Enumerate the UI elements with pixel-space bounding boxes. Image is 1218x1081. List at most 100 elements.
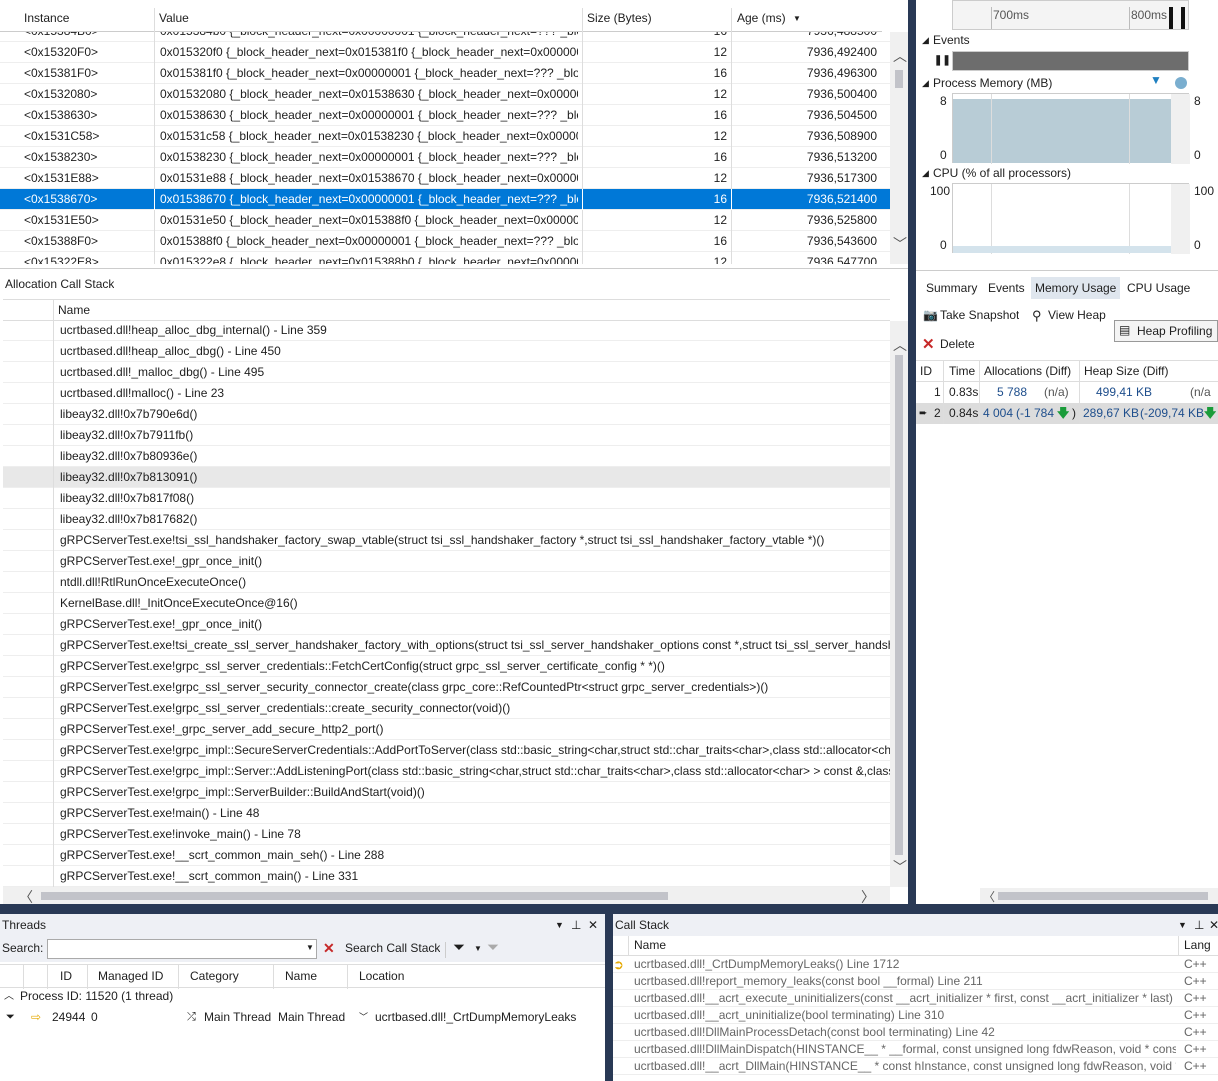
callstack-row[interactable]: ucrtbased.dll!__acrt_DllMain(HINSTANCE__… [613, 1058, 1218, 1075]
callstack-frame[interactable]: libeay32.dll!0x7b817682() [3, 509, 890, 530]
callstack-frame[interactable]: gRPCServerTest.exe!_gpr_once_init() [3, 614, 890, 635]
callstack-frame[interactable]: libeay32.dll!0x7b817f08() [3, 488, 890, 509]
callstack-frame[interactable]: gRPCServerTest.exe!__scrt_common_main() … [3, 866, 890, 887]
instance-row-selected[interactable]: <0x1538670> 0x01538670 {_block_header_nex… [0, 189, 890, 210]
snapshot-row-selected[interactable]: ➨ 2 0.84s 4 004 (-1 784 🡇 ) 289,67 KB (-… [916, 403, 1218, 424]
col-instance[interactable]: Instance [24, 8, 69, 29]
chevron-down-icon[interactable]: ▼ [306, 943, 314, 952]
col-age[interactable]: Age (ms) [737, 8, 786, 29]
col-name[interactable]: Name [285, 966, 317, 987]
instance-row[interactable]: <0x1531E88> 0x01531e88 {_block_header_nex… [0, 168, 890, 189]
callstack-frame[interactable]: gRPCServerTest.exe!grpc_ssl_server_secur… [3, 677, 890, 698]
tab-events[interactable]: Events [984, 277, 1029, 299]
pin-icon[interactable]: ⊥ [1194, 914, 1204, 936]
callstack-frame[interactable]: gRPCServerTest.exe!grpc_impl::ServerBuil… [3, 782, 890, 803]
col-managed-id[interactable]: Managed ID [98, 966, 163, 987]
callstack-frame[interactable]: libeay32.dll!0x7b790e6d() [3, 404, 890, 425]
instance-row[interactable]: <0x1532080> 0x01532080 {_block_header_nex… [0, 84, 890, 105]
callstack-frame[interactable]: gRPCServerTest.exe!__scrt_common_main_se… [3, 845, 890, 866]
callstack-frame[interactable]: gRPCServerTest.exe!grpc_ssl_server_crede… [3, 698, 890, 719]
snapshot-row[interactable]: 1 0.83s 5 788 (n/a) 499,41 KB (n/a [916, 382, 1218, 403]
delete-icon[interactable]: ✕ [922, 334, 935, 355]
instance-row[interactable]: <0x15322E8> 0x015322e8 {_block_header_nex… [0, 252, 890, 264]
snap-heap-link[interactable]: 289,67 KB [1083, 403, 1139, 424]
col-location[interactable]: Location [359, 966, 404, 987]
search-callstack-button[interactable]: Search Call Stack [345, 938, 440, 959]
filter-dropdown-icon[interactable]: ▼ [474, 938, 482, 959]
callstack-frame[interactable]: gRPCServerTest.exe!tsi_ssl_handshaker_fa… [3, 530, 890, 551]
instance-row[interactable]: <0x1538230> 0x01538230 {_block_header_nex… [0, 147, 890, 168]
pin-icon[interactable]: ⊥ [571, 914, 581, 936]
callstack-frame[interactable]: gRPCServerTest.exe!_grpc_server_add_secu… [3, 719, 890, 740]
col-category[interactable]: Category [190, 966, 239, 987]
heap-profiling-button[interactable]: ▤ Heap Profiling [1114, 320, 1218, 342]
filter-clear-icon[interactable]: ⏷ [487, 937, 499, 958]
filter-icon[interactable]: ⏷ [453, 937, 465, 958]
close-icon[interactable]: ✕ [588, 914, 598, 936]
col-id[interactable]: ID [60, 966, 72, 987]
snap-heap-diff-link[interactable]: (-209,74 KB [1140, 403, 1204, 424]
tab-summary[interactable]: Summary [922, 277, 981, 299]
vertical-splitter[interactable] [908, 0, 916, 906]
callstack-frame[interactable]: gRPCServerTest.exe!tsi_create_ssl_server… [3, 635, 890, 656]
col-heap-size[interactable]: Heap Size (Diff) [1084, 361, 1168, 382]
timeline-marker[interactable] [1181, 7, 1185, 29]
col-value[interactable]: Value [159, 8, 189, 29]
collapse-cpu-icon[interactable]: ◢ [922, 163, 929, 184]
scroll-thumb[interactable] [895, 355, 903, 855]
search-callstack-icon[interactable]: ✕ [323, 938, 335, 959]
callstack-frame[interactable]: ntdll.dll!RtlRunOnceExecuteOnce() [3, 572, 890, 593]
callstack-frame[interactable]: ucrtbased.dll!_malloc_dbg() - Line 495 [3, 362, 890, 383]
callstack-frame[interactable]: ucrtbased.dll!malloc() - Line 23 [3, 383, 890, 404]
camera-icon[interactable]: 📷 [923, 305, 938, 326]
callstack-frame[interactable]: ucrtbased.dll!heap_alloc_dbg() - Line 45… [3, 341, 890, 362]
hscroll-thumb[interactable] [998, 892, 1208, 900]
instance-row[interactable]: <0x15384B0> 0x015384b0 {_block_header_nex… [0, 32, 890, 42]
scroll-down-icon[interactable]: ﹀ [893, 234, 907, 254]
close-icon[interactable]: ✕ [1209, 914, 1218, 936]
snap-alloc-link[interactable]: 4 004 [983, 403, 1013, 424]
callstack-frame[interactable]: libeay32.dll!0x7b7911fb() [3, 425, 890, 446]
instance-row[interactable]: <0x15320F0> 0x015320f0 {_block_header_nex… [0, 42, 890, 63]
callstack-frame[interactable]: libeay32.dll!0x7b813091() [3, 467, 890, 488]
callstack-frame[interactable]: gRPCServerTest.exe!grpc_impl::SecureServ… [3, 740, 890, 761]
snap-alloc-link[interactable]: 5 788 [997, 382, 1027, 403]
callstack-hscroll[interactable]: 〈 〉 [3, 887, 890, 905]
pause-icon[interactable]: ❚❚ [934, 50, 951, 71]
callstack-frame[interactable]: gRPCServerTest.exe!_gpr_once_init() [3, 551, 890, 572]
view-heap-button[interactable]: View Heap [1048, 305, 1106, 326]
callstack-frame[interactable]: gRPCServerTest.exe!grpc_impl::Server::Ad… [3, 761, 890, 782]
col-name[interactable]: Name [58, 300, 90, 321]
instances-scrollbar[interactable]: ︿ ﹀ [890, 32, 908, 264]
collapse-memory-icon[interactable]: ◢ [922, 73, 929, 94]
instance-row[interactable]: <0x1538630> 0x01538630 {_block_header_nex… [0, 105, 890, 126]
tab-memory-usage[interactable]: Memory Usage [1031, 277, 1121, 299]
dropdown-icon[interactable]: ▼ [1178, 914, 1187, 936]
search-input[interactable]: ▼ [47, 939, 317, 959]
diag-hscroll[interactable]: 〈 [980, 888, 1218, 904]
process-group[interactable]: Process ID: 11520 (1 thread) [20, 986, 173, 1007]
hscroll-thumb[interactable] [41, 892, 668, 900]
scroll-up-icon[interactable]: ︿ [893, 335, 907, 355]
callstack-frame[interactable]: libeay32.dll!0x7b80936e() [3, 446, 890, 467]
col-name[interactable]: Name [634, 935, 666, 956]
col-size[interactable]: Size (Bytes) [587, 8, 652, 29]
instance-row[interactable]: <0x1531E50> 0x01531e50 {_block_header_nex… [0, 210, 890, 231]
collapse-group-icon[interactable]: ︿ [4, 986, 14, 1007]
callstack-frame[interactable]: ucrtbased.dll!heap_alloc_dbg_internal() … [3, 320, 890, 341]
thread-row[interactable]: ⏷ ⇨ 24944 0 ⤮ Main Thread Main Thread ﹀ … [0, 1007, 605, 1028]
gc-marker-icon[interactable] [1175, 77, 1187, 89]
bottom-panel-divider[interactable] [605, 914, 613, 1081]
instance-row[interactable]: <0x15381F0> 0x015381f0 {_block_header_nex… [0, 63, 890, 84]
tab-cpu-usage[interactable]: CPU Usage [1123, 277, 1194, 299]
col-id[interactable]: ID [920, 361, 932, 382]
timeline-marker[interactable] [1169, 7, 1173, 29]
callstack-frame[interactable]: gRPCServerTest.exe!grpc_ssl_server_crede… [3, 656, 890, 677]
collapse-events-icon[interactable]: ◢ [922, 30, 929, 51]
delete-button[interactable]: Delete [940, 334, 975, 355]
snapshot-marker-icon[interactable]: ▼ [1150, 70, 1162, 91]
scroll-thumb[interactable] [895, 70, 903, 88]
instance-row[interactable]: <0x15388F0> 0x015388f0 {_block_header_nex… [0, 231, 890, 252]
col-language[interactable]: Lang [1184, 935, 1211, 956]
col-time[interactable]: Time [949, 361, 975, 382]
